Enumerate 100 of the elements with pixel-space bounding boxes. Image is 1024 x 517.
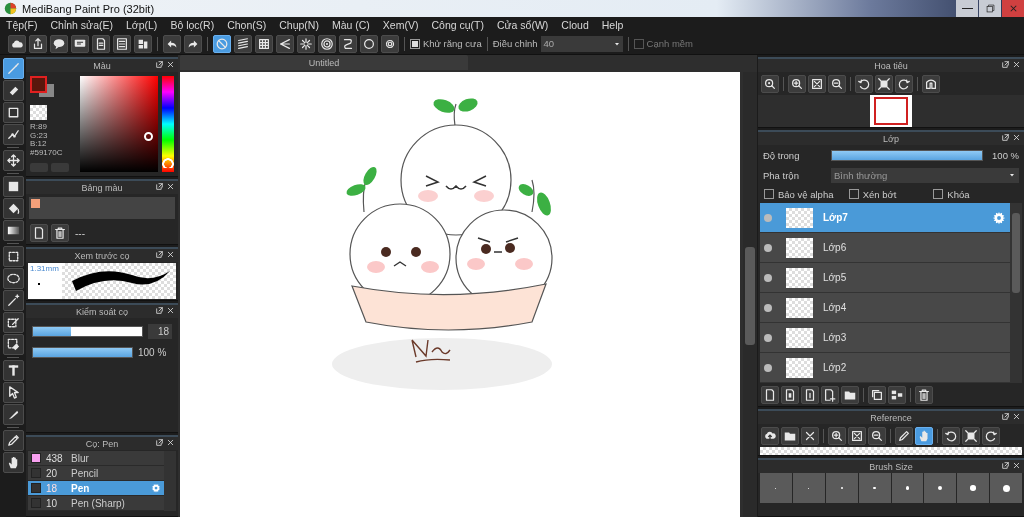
layer-option-checkbox[interactable] [848, 189, 859, 199]
zoom-in-button[interactable] [828, 426, 846, 445]
ruler-mode-button[interactable] [360, 34, 378, 53]
gradient-tool-button[interactable] [2, 220, 24, 241]
scrollbar[interactable] [743, 72, 757, 517]
brush-list-item[interactable]: 438 Blur [28, 451, 164, 466]
rotate-right-button[interactable] [895, 74, 913, 93]
comment-button[interactable] [71, 34, 89, 53]
popout-icon[interactable] [155, 60, 164, 69]
popout-icon[interactable] [155, 250, 164, 259]
eyedropper-tool-button[interactable] [2, 430, 24, 451]
popout-icon[interactable] [1001, 133, 1010, 142]
new-layer-button[interactable] [761, 385, 779, 404]
load-cloud-button[interactable] [761, 426, 779, 445]
close-x-icon[interactable] [1012, 412, 1021, 421]
select-eraser-tool-button[interactable] [2, 334, 24, 355]
popout-icon[interactable] [155, 306, 164, 315]
menu-item[interactable]: Công cụ(T) [431, 19, 484, 31]
close-x-icon[interactable] [166, 250, 175, 259]
popout-icon[interactable] [1001, 412, 1010, 421]
close-x-icon[interactable] [166, 60, 175, 69]
menu-item[interactable]: Chụp(N) [279, 19, 319, 31]
layer-row[interactable]: Lớp5 [760, 263, 1010, 293]
layer-opacity-slider[interactable] [831, 149, 983, 161]
list-button[interactable] [113, 34, 131, 53]
fit-button[interactable] [848, 426, 866, 445]
delete-layer-button[interactable] [915, 385, 933, 404]
brush-list-item[interactable]: 10 Pen (Sharp) [28, 496, 164, 511]
scrollbar[interactable] [1010, 203, 1022, 383]
grid-button[interactable] [134, 34, 152, 53]
visibility-toggle[interactable] [764, 303, 772, 312]
new-1bit-layer-button[interactable] [801, 385, 819, 404]
undo-button[interactable] [163, 34, 181, 53]
close-x-icon[interactable] [1012, 461, 1021, 470]
menu-item[interactable]: Xem(V) [382, 19, 419, 31]
soft-edge-checkbox[interactable] [633, 38, 644, 49]
rotate-left-button[interactable] [942, 426, 960, 445]
adjust-dropdown[interactable]: 40 [540, 35, 623, 52]
hand-tool-button[interactable] [2, 452, 24, 473]
add-layer-button[interactable] [821, 385, 839, 404]
close-x-icon[interactable] [1012, 133, 1021, 142]
close-x-icon[interactable] [1012, 60, 1021, 69]
divide-tool-button[interactable] [2, 404, 24, 425]
hand-button[interactable] [915, 426, 933, 445]
menu-item[interactable]: Lớp(L) [125, 19, 158, 31]
document-button[interactable] [92, 34, 110, 53]
polyline-tool-button[interactable] [2, 124, 24, 145]
menu-item[interactable]: Tệp(F) [6, 19, 38, 31]
ruler-mode-button[interactable] [339, 34, 357, 53]
document-tab[interactable]: Untitled [180, 55, 468, 70]
close-x-icon[interactable] [166, 306, 175, 315]
menu-item[interactable]: Bộ lọc(R) [170, 19, 215, 31]
restore-button[interactable] [979, 0, 1001, 17]
ruler-mode-button[interactable] [318, 34, 336, 53]
layer-row[interactable]: Lớp6 [760, 233, 1010, 263]
menu-item[interactable]: Cloud [561, 19, 589, 31]
magic-wand-tool-button[interactable] [2, 290, 24, 311]
transparent-swatch[interactable] [30, 105, 47, 120]
navigator-thumbnail[interactable] [870, 95, 912, 127]
select-tool-button[interactable] [2, 246, 24, 267]
speech-button[interactable] [50, 34, 68, 53]
dot-tool-button[interactable] [2, 102, 24, 123]
close-x-icon[interactable] [166, 438, 175, 447]
color-swatch[interactable] [31, 199, 40, 208]
brush-size-preset[interactable] [957, 473, 990, 503]
merge-layer-button[interactable] [888, 385, 906, 404]
fit-button[interactable] [808, 74, 826, 93]
zoom-out-button[interactable] [868, 426, 886, 445]
close-x-icon[interactable] [166, 182, 175, 191]
visibility-toggle[interactable] [764, 243, 772, 252]
saturation-value-square[interactable] [80, 76, 158, 172]
operation-tool-button[interactable] [2, 382, 24, 403]
select-pen-tool-button[interactable] [2, 312, 24, 333]
brush-opacity-slider[interactable] [32, 347, 133, 358]
visibility-toggle[interactable] [764, 273, 772, 282]
rotate-left-button[interactable] [855, 74, 873, 93]
ruler-mode-button[interactable] [276, 34, 294, 53]
popout-icon[interactable] [155, 182, 164, 191]
eraser-tool-button[interactable] [2, 80, 24, 101]
menu-item[interactable]: Chỉnh sửa(E) [50, 19, 113, 31]
minimize-button[interactable] [956, 0, 978, 17]
lasso-tool-button[interactable] [2, 268, 24, 289]
delete-palette-button[interactable] [51, 224, 69, 242]
rotate-right-button[interactable] [982, 426, 1000, 445]
menu-item[interactable]: Help [601, 19, 624, 31]
layer-option-checkbox[interactable] [933, 189, 944, 199]
visibility-toggle[interactable] [764, 333, 772, 342]
reset-rotation-button[interactable] [875, 74, 893, 93]
brush-size-slider[interactable] [32, 326, 143, 337]
color-swatch-pair[interactable] [30, 76, 55, 98]
color-cursor[interactable] [144, 132, 153, 141]
zoom-reset-button[interactable] [761, 74, 779, 93]
ruler-mode-button[interactable] [213, 34, 231, 53]
layer-option-checkbox[interactable] [764, 189, 774, 199]
zoom-in-button[interactable] [788, 74, 806, 93]
layer-row[interactable]: Lớp4 [760, 293, 1010, 323]
reset-rotation-button[interactable] [962, 426, 980, 445]
visibility-toggle[interactable] [764, 363, 772, 372]
move-tool-button[interactable] [2, 150, 24, 171]
new-8bit-layer-button[interactable] [781, 385, 799, 404]
